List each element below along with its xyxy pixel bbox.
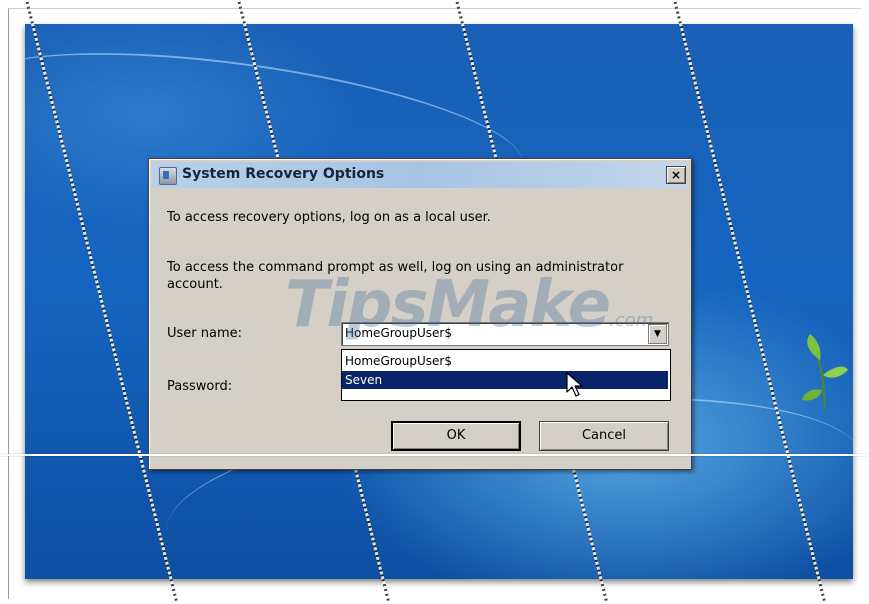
instruction-administrator: To access the command prompt as well, lo… bbox=[167, 260, 624, 292]
system-recovery-dialog: System Recovery Options × To access reco… bbox=[148, 158, 692, 470]
overlay-horizontal-line bbox=[0, 454, 869, 456]
user-name-dropdown[interactable]: HomeGroupUser$ ▼ bbox=[341, 322, 669, 346]
close-icon: × bbox=[670, 168, 682, 182]
user-option-homegroupuser[interactable]: HomeGroupUser$ bbox=[342, 352, 668, 370]
user-option-seven[interactable]: Seven bbox=[342, 371, 668, 389]
ok-button[interactable]: OK bbox=[391, 421, 521, 451]
plant-leaf-icon bbox=[802, 334, 848, 409]
instruction-local-user: To access recovery options, log on as a … bbox=[167, 210, 491, 225]
close-button[interactable]: × bbox=[666, 166, 686, 184]
user-name-options-list[interactable]: HomeGroupUser$ Seven bbox=[341, 349, 671, 401]
user-name-label: User name: bbox=[167, 326, 243, 341]
password-label: Password: bbox=[167, 379, 233, 394]
dialog-title: System Recovery Options bbox=[182, 166, 385, 182]
user-name-value: HomeGroupUser$ bbox=[345, 326, 452, 340]
mouse-pointer-icon bbox=[566, 372, 583, 397]
chevron-down-icon: ▼ bbox=[654, 329, 661, 339]
cancel-button[interactable]: Cancel bbox=[539, 421, 669, 451]
recovery-app-icon bbox=[159, 167, 177, 185]
dialog-titlebar[interactable]: System Recovery Options × bbox=[152, 162, 686, 188]
dropdown-arrow-button[interactable]: ▼ bbox=[648, 324, 667, 344]
